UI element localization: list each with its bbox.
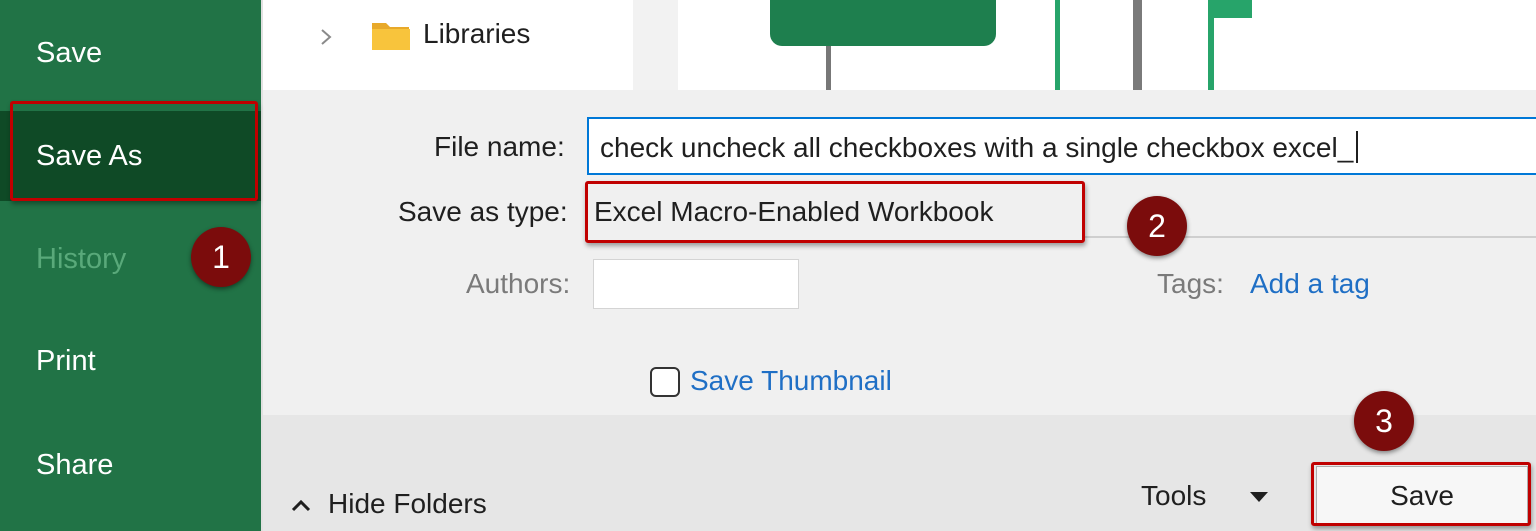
authors-input[interactable] [593, 259, 799, 309]
step-badge-1: 1 [191, 227, 251, 287]
step-badge-2: 2 [1127, 196, 1187, 256]
tags-label: Tags: [1157, 268, 1224, 299]
file-name-label: File name: [434, 131, 565, 162]
sidebar-item-label: Print [36, 345, 96, 377]
file-list-pane [678, 0, 1536, 90]
add-tag-link[interactable]: Add a tag [1250, 268, 1370, 300]
pane-splitter[interactable] [633, 0, 678, 90]
dropdown-arrow-icon[interactable] [1250, 491, 1268, 503]
save-thumbnail-label[interactable]: Save Thumbnail [690, 365, 892, 397]
file-name-value: check uncheck all checkboxes with a sing… [600, 132, 1354, 163]
save-type-label: Save as type: [398, 196, 568, 227]
navigation-area: Libraries [263, 0, 1536, 90]
highlight-box-save-as [10, 101, 258, 201]
step-badge-3: 3 [1354, 391, 1414, 451]
folder-icon [371, 18, 411, 52]
sidebar-item-print[interactable]: Print [0, 316, 261, 406]
sidebar-item-label: Save [36, 37, 103, 69]
highlight-box-save-button [1311, 462, 1531, 526]
save-thumbnail-checkbox[interactable] [650, 367, 680, 397]
hide-folders-button[interactable]: Hide Folders [290, 488, 487, 524]
highlight-box-save-type [585, 181, 1085, 243]
sidebar-item-save[interactable]: Save [0, 8, 261, 98]
sidebar-item-share[interactable]: Share [0, 420, 261, 510]
chevron-up-icon [291, 499, 311, 511]
authors-label: Authors: [466, 268, 571, 299]
sidebar-item-label: History [36, 243, 127, 275]
hide-folders-label: Hide Folders [328, 488, 487, 519]
tree-item-libraries[interactable]: Libraries [423, 18, 530, 50]
chevron-right-icon[interactable] [319, 22, 333, 52]
text-caret [1356, 131, 1359, 163]
tools-menu[interactable]: Tools [1141, 480, 1206, 512]
folder-tree-pane: Libraries [263, 0, 633, 90]
preview-graphic [770, 0, 1252, 90]
file-name-input[interactable]: check uncheck all checkboxes with a sing… [587, 117, 1536, 175]
sidebar-item-label: Share [36, 449, 114, 481]
